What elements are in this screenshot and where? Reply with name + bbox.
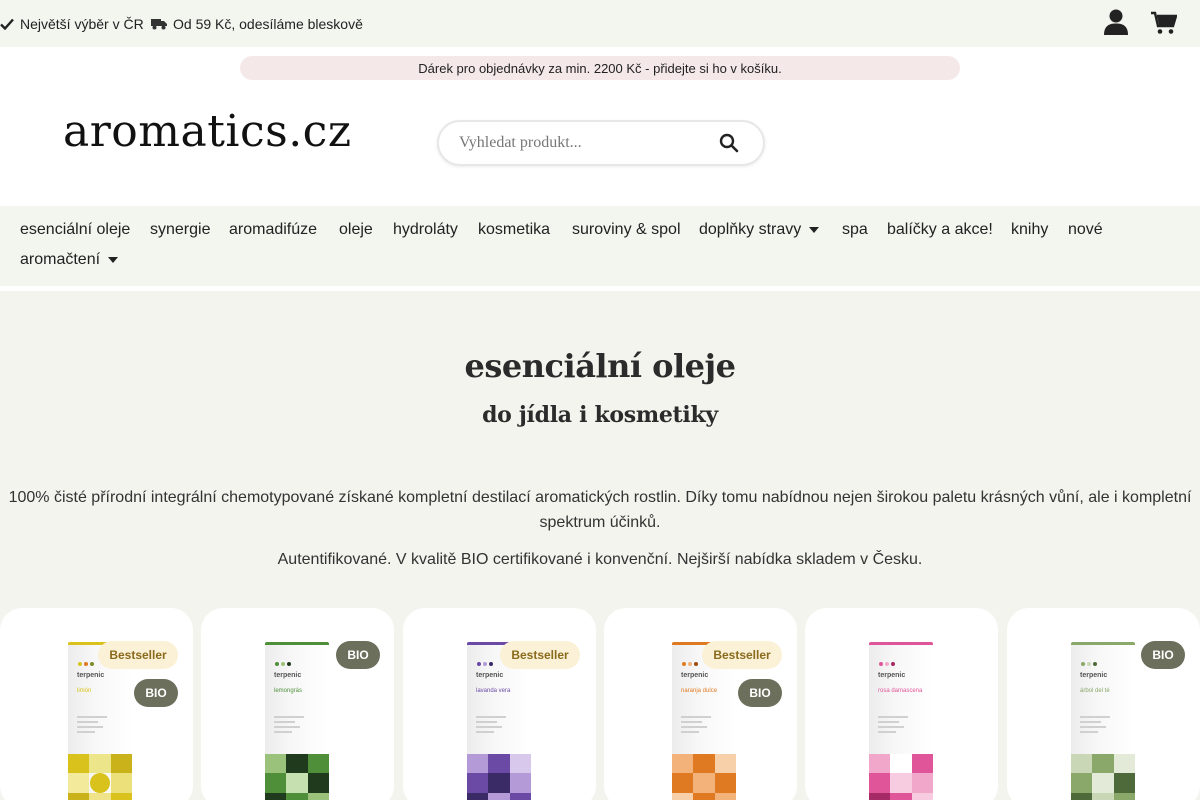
bio-badge: BIO [1141, 641, 1185, 669]
category-note: Autentifikované. V kvalitě BIO certifiko… [277, 551, 923, 568]
nav-item-aromacteni[interactable]: aromačtení [20, 250, 119, 270]
nav-item-oleje[interactable]: oleje [339, 220, 373, 240]
product-image[interactable]: terpenic rosa damascena [869, 642, 933, 800]
nav-label: synergie [150, 221, 211, 238]
nav-label: suroviny & spol [572, 221, 681, 238]
product-brand: terpenic [476, 672, 504, 679]
product-card[interactable]: terpenic lavanda vera Bestseller [403, 608, 596, 800]
bio-badge: BIO [336, 641, 380, 669]
search-icon[interactable] [719, 133, 739, 153]
search-input[interactable] [459, 122, 709, 164]
bio-badge: BIO [738, 679, 782, 707]
nav-item-doplnky-stravy[interactable]: doplňky stravy [699, 220, 820, 240]
bestseller-badge: Bestseller [500, 641, 580, 669]
nav-label: esenciální oleje [20, 221, 131, 238]
product-name: árbol del té [1080, 688, 1110, 694]
site-logo[interactable]: aromatics.cz [63, 104, 352, 160]
top-bar: Největší výběr v ČR Od 59 Kč, odesíláme … [0, 0, 1200, 47]
product-card[interactable]: terpenic rosa damascena [805, 608, 998, 800]
product-brand: terpenic [1080, 672, 1108, 679]
bestseller-badge: Bestseller [98, 641, 178, 669]
product-brand: terpenic [274, 672, 302, 679]
nav-item-suroviny[interactable]: suroviny & spol [572, 220, 681, 240]
usp-shipping: Od 59 Kč, odesíláme bleskově [151, 0, 363, 47]
nav-item-knihy[interactable]: knihy [1011, 220, 1048, 240]
product-brand: terpenic [681, 672, 709, 679]
chevron-down-icon [809, 227, 820, 233]
user-icon[interactable] [1104, 9, 1128, 35]
nav-item-synergie[interactable]: synergie [150, 220, 210, 240]
nav-label: nové [1068, 221, 1103, 238]
product-image[interactable]: terpenic árbol del té [1071, 642, 1135, 800]
nav-item-esencialni-oleje[interactable]: esenciální oleje [20, 220, 130, 240]
usp-shipping-text: Od 59 Kč, odesíláme bleskově [173, 15, 363, 32]
nav-item-kosmetika[interactable]: kosmetika [478, 220, 550, 240]
promo-text: Dárek pro objednávky za min. 2200 Kč - p… [418, 60, 782, 76]
cart-icon[interactable] [1151, 11, 1177, 35]
nav-label: kosmetika [478, 221, 551, 238]
nav-label: hydroláty [393, 221, 458, 238]
product-name: rosa damascena [878, 688, 923, 694]
product-name: lemongrás [274, 688, 303, 694]
usp-selection: Největší výběr v ČR [0, 0, 144, 47]
product-card[interactable]: terpenic árbol del té BIO [1007, 608, 1200, 800]
promo-banner: Dárek pro objednávky za min. 2200 Kč - p… [240, 56, 960, 80]
category-description: 100% čisté přírodní integrální chemotypo… [8, 489, 1192, 531]
nav-label: balíčky a akce! [887, 221, 993, 238]
product-name: limón [77, 688, 92, 694]
search-box [437, 120, 765, 166]
nav-item-aromadifuze[interactable]: aromadifúze [229, 220, 317, 240]
product-name: naranja dulce [681, 688, 718, 694]
bio-badge: BIO [134, 679, 178, 707]
nav-item-spa[interactable]: spa [842, 220, 868, 240]
nav-label: doplňky stravy [699, 221, 802, 238]
page-subtitle: do jídla i kosmetiky [482, 402, 718, 428]
nav-label: spa [842, 221, 868, 238]
product-brand: terpenic [878, 672, 906, 679]
truck-icon [151, 18, 167, 29]
nav-label: aromadifúze [229, 221, 318, 238]
nav-item-nove[interactable]: nové [1068, 220, 1103, 240]
nav-label: oleje [339, 221, 373, 238]
nav-label: aromačtení [20, 251, 101, 268]
product-card[interactable]: terpenic lemongrás BIO [201, 608, 394, 800]
bestseller-badge: Bestseller [702, 641, 782, 669]
nav-item-balicky[interactable]: balíčky a akce! [887, 220, 993, 240]
main-nav: esenciální oleje synergie aromadifúze ol… [0, 206, 1200, 286]
nav-item-hydrolaty[interactable]: hydroláty [393, 220, 458, 240]
check-icon [0, 18, 14, 30]
product-card[interactable]: terpenic limón Bestseller BIO [0, 608, 193, 800]
product-card[interactable]: terpenic naranja dulce Bestseller BIO [604, 608, 797, 800]
chevron-down-icon [108, 257, 119, 263]
product-image[interactable]: terpenic lemongrás [265, 642, 329, 800]
page-title: esenciální oleje [464, 347, 736, 385]
product-brand: terpenic [77, 672, 105, 679]
product-name: lavanda vera [476, 688, 511, 694]
nav-label: knihy [1011, 221, 1049, 238]
usp-selection-text: Největší výběr v ČR [20, 15, 144, 32]
